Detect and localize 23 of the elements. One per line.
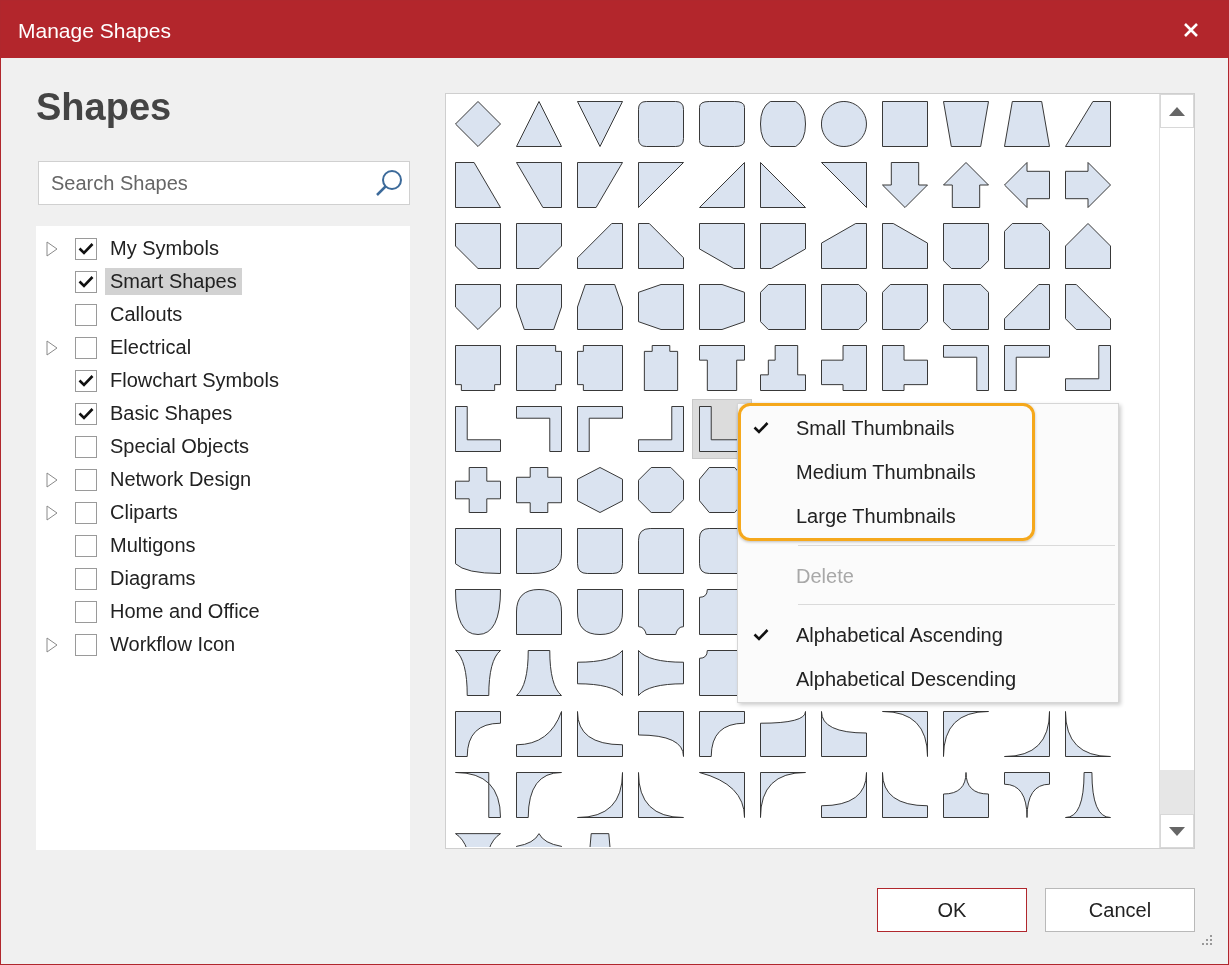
dialog-button[interactable]: Cancel [1045, 888, 1195, 932]
menu-item[interactable]: Alphabetical Ascending [738, 613, 1118, 657]
menu-item[interactable]: Alphabetical Descending [738, 657, 1118, 701]
tree-item[interactable]: Multigons [105, 532, 201, 559]
tree-item[interactable]: Diagrams [105, 565, 201, 592]
tree-item[interactable]: Special Objects [105, 433, 254, 460]
menu-item[interactable]: Large Thumbnails [741, 494, 1032, 538]
search-field[interactable]: Search Shapes [38, 161, 410, 205]
tree-item[interactable]: Electrical [105, 334, 197, 361]
menu-item[interactable]: Medium Thumbnails [741, 450, 1032, 494]
menu-item[interactable]: Small Thumbnails [741, 406, 1032, 450]
window-title: Manage Shapes [18, 17, 172, 43]
tree-item[interactable]: Home and Office [105, 598, 265, 625]
tree-item[interactable]: Basic Shapes [105, 400, 238, 427]
tree-item[interactable]: Workflow Icon [105, 631, 241, 658]
dialog-button[interactable]: OK [877, 888, 1027, 932]
tree-item[interactable]: Smart Shapes [105, 268, 242, 295]
tree-item[interactable]: Callouts [105, 301, 188, 328]
panel-heading: Shapes [36, 85, 173, 130]
tree-item[interactable]: My Symbols [105, 235, 224, 262]
tree-item[interactable]: Cliparts [105, 499, 183, 526]
tree-item[interactable]: Network Design [105, 466, 257, 493]
tree-item[interactable]: Flowchart Symbols [105, 367, 284, 394]
